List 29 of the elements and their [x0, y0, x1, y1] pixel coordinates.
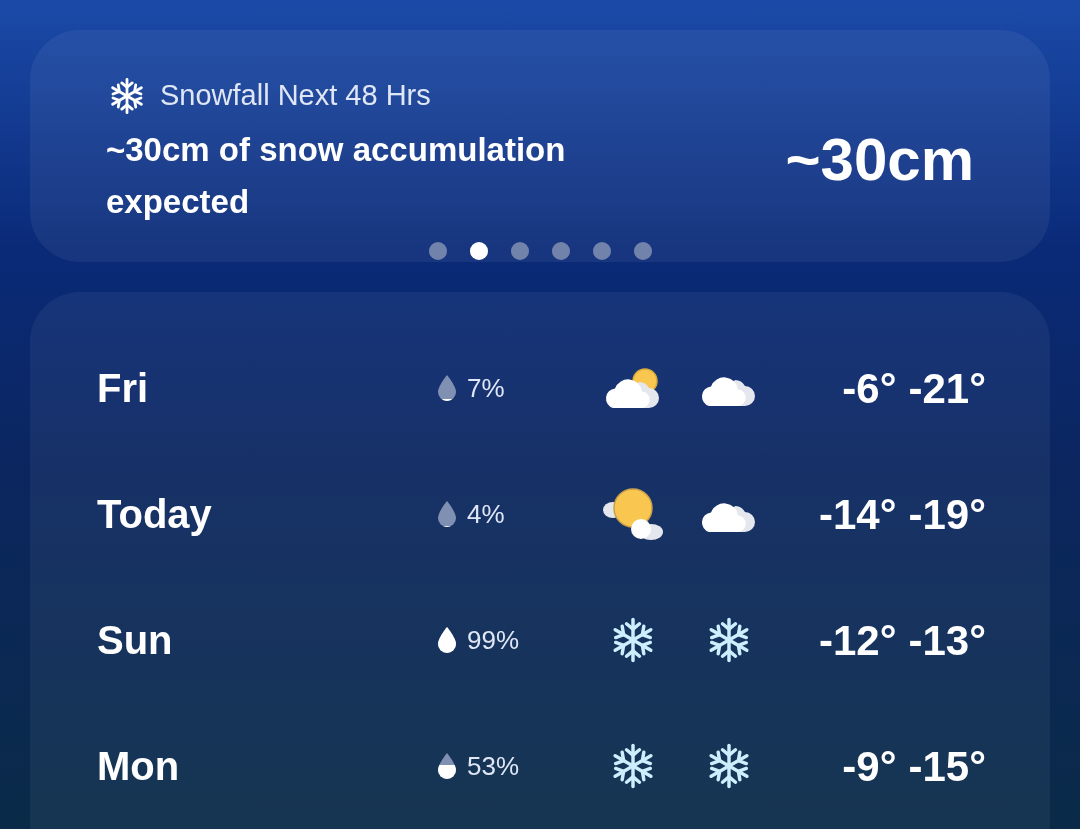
raindrop-icon	[437, 627, 457, 653]
day-label: Fri	[97, 365, 150, 412]
precipitation-chance: 53%	[467, 749, 520, 783]
forecast-row[interactable]: Today 4% -14° -19°	[30, 451, 1050, 577]
precipitation-chance: 99%	[467, 623, 520, 657]
alert-card[interactable]: Snowfall Next 48 Hrs ~30cm of snow accumulation expected ~30cm	[30, 30, 1050, 262]
sun-with-cloud-icon	[601, 486, 665, 542]
high-temperature: -9°	[842, 741, 897, 792]
day-label: Mon	[97, 743, 181, 790]
raindrop-icon	[437, 501, 457, 527]
low-temperature: -15°	[908, 741, 986, 792]
precipitation-chance: 4%	[467, 497, 505, 531]
forecast-row[interactable]: Mon 53% -9° -15°	[30, 703, 1050, 829]
high-temperature: -6°	[842, 363, 897, 414]
high-temperature: -12°	[819, 615, 897, 666]
low-temperature: -21°	[908, 363, 986, 414]
low-temperature: -19°	[908, 489, 986, 540]
alert-title: Snowfall Next 48 Hrs	[160, 78, 431, 113]
snow-amount: ~30cm	[785, 124, 974, 195]
raindrop-icon	[437, 375, 457, 401]
precipitation-chance: 7%	[467, 371, 505, 405]
high-temperature: -14°	[819, 489, 897, 540]
day-label: Today	[97, 491, 213, 538]
day-label: Sun	[97, 617, 174, 664]
raindrop-icon	[437, 753, 457, 779]
alert-message: ~30cm of snow accumulation expected	[106, 129, 567, 222]
low-temperature: -13°	[908, 615, 986, 666]
forecast-row[interactable]: Fri 7% -6° -21°	[30, 325, 1050, 451]
forecast-row[interactable]: Sun 99% -12° -13°	[30, 577, 1050, 703]
